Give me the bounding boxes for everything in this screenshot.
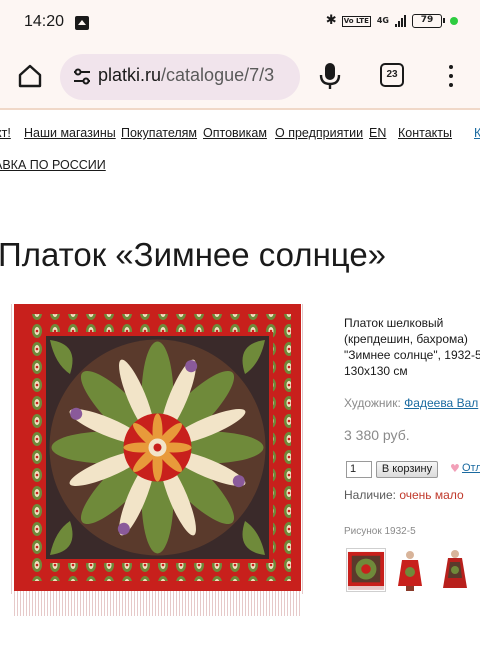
status-bar: 14:20 ✱ Vo LTE 4G 79	[0, 0, 480, 46]
nav-item-en[interactable]: EN	[369, 126, 386, 140]
site-settings-icon	[74, 68, 90, 85]
description-line: Платок шелковый	[344, 316, 444, 330]
product-price: 3 380 руб.	[344, 427, 410, 443]
description-line: (крепдешин, бахрома)	[344, 332, 468, 346]
signal-icon	[395, 15, 406, 27]
quantity-input[interactable]: 1	[346, 461, 372, 478]
site-nav: кт! Наши магазины Покупателям Оптовикам …	[0, 126, 480, 146]
nav-item-our-shops[interactable]: Наши магазины	[24, 126, 116, 140]
availability-value: очень мало	[399, 488, 464, 502]
volte-icon: Vo LTE	[341, 15, 371, 27]
nav-item-about[interactable]: О предприятии	[275, 126, 363, 140]
network-type: 4G	[376, 16, 389, 25]
battery-icon: 79	[412, 14, 445, 28]
thumbnail-square[interactable]	[346, 548, 386, 592]
artist-row: Художник: Фадеева Вал	[344, 396, 478, 410]
bluetooth-icon: ✱	[325, 13, 337, 28]
upload-notification-icon	[75, 16, 89, 30]
delivery-link[interactable]: АВКА ПО РОССИИ	[0, 158, 106, 172]
privacy-indicator-icon	[450, 17, 458, 25]
browser-menu-button[interactable]	[442, 63, 460, 89]
status-time: 14:20	[24, 13, 65, 30]
status-icons: ✱ Vo LTE 4G 79	[326, 14, 458, 28]
availability-row: Наличие: очень мало	[344, 488, 464, 502]
product-image[interactable]	[10, 304, 305, 616]
thumbnail-model-2[interactable]	[440, 548, 470, 592]
add-to-cart-button[interactable]: В корзину	[376, 461, 438, 478]
microphone-icon	[319, 63, 341, 89]
defer-link[interactable]: Отл	[462, 462, 480, 474]
product-description: Платок шелковый (крепдешин, бахрома) "Зи…	[344, 315, 480, 379]
tab-switcher-button[interactable]: 23	[380, 63, 404, 87]
description-line: 130х130 см	[344, 364, 408, 378]
nav-item-edge[interactable]: К	[474, 126, 480, 140]
url-host: platki.ru	[98, 65, 162, 85]
home-icon	[18, 64, 42, 88]
browser-toolbar: platki.ru/catalogue/7/3 23	[0, 46, 480, 110]
artist-label: Художник:	[344, 396, 405, 410]
description-line: "Зимнее солнце", 1932-5	[344, 348, 480, 362]
heart-icon[interactable]: ♥	[450, 462, 460, 475]
address-bar[interactable]: platki.ru/catalogue/7/3	[60, 54, 300, 100]
nav-item-contacts[interactable]: Контакты	[398, 126, 452, 140]
product-title: Платок «Зимнее солнце»	[0, 236, 387, 273]
url-path: /catalogue/7/3	[161, 65, 275, 85]
thumbnail-model-1[interactable]	[396, 548, 424, 592]
availability-label: Наличие:	[344, 488, 400, 502]
nav-item-cut[interactable]: кт!	[0, 126, 11, 140]
voice-search-button[interactable]	[316, 60, 344, 92]
nav-item-customers[interactable]: Покупателям	[121, 126, 197, 140]
home-button[interactable]	[16, 62, 44, 90]
nav-item-wholesale[interactable]: Оптовикам	[203, 126, 267, 140]
artist-link[interactable]: Фадеева Вал	[404, 396, 478, 410]
url-text[interactable]: platki.ru/catalogue/7/3	[98, 65, 274, 86]
figure-label: Рисунок 1932-5	[344, 526, 416, 537]
